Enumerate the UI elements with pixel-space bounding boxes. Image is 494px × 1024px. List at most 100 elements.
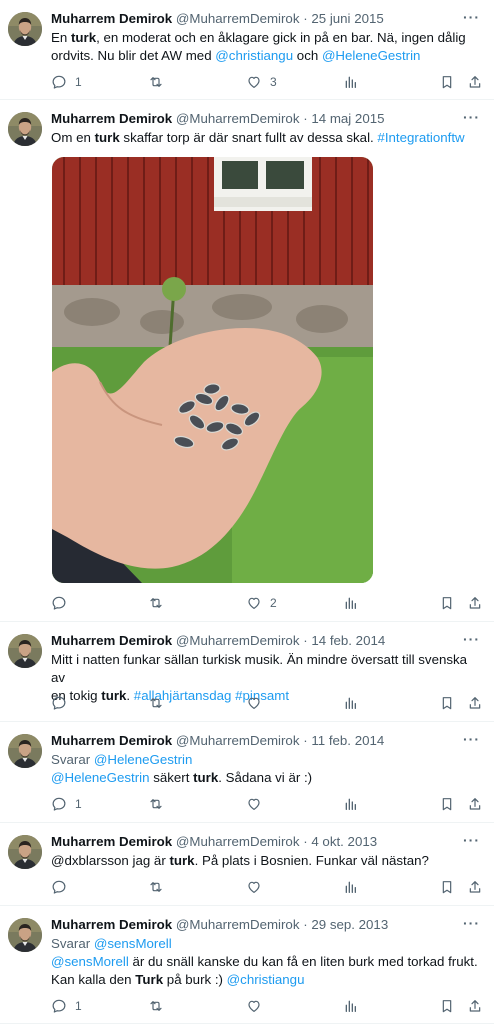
reply-button[interactable]: 1: [51, 997, 82, 1015]
tweet[interactable]: Muharrem Demirok @MuharremDemirok · 25 j…: [0, 0, 494, 100]
tweet[interactable]: Muharrem Demirok @MuharremDemirok · 11 f…: [0, 722, 494, 823]
tweet-date[interactable]: 14 feb. 2014: [311, 633, 385, 648]
author-handle[interactable]: @MuharremDemirok: [176, 11, 300, 26]
views-button[interactable]: [343, 73, 359, 91]
views-button[interactable]: [343, 997, 359, 1015]
heart-icon: [246, 595, 262, 611]
speech-bubble-icon: [51, 695, 67, 711]
mention-link[interactable]: @HeleneGestrin: [322, 48, 421, 63]
avatar[interactable]: [8, 634, 42, 668]
retweet-button[interactable]: [148, 594, 172, 612]
more-dots-icon[interactable]: ···: [463, 831, 480, 849]
text-fragment: och: [293, 48, 322, 63]
mention-link[interactable]: @sensMorell: [51, 954, 129, 969]
author-name[interactable]: Muharrem Demirok: [51, 733, 172, 748]
mention-link[interactable]: @HeleneGestrin: [94, 752, 193, 767]
bar-chart-icon: [343, 879, 359, 895]
retweet-button[interactable]: [148, 795, 172, 813]
tweet[interactable]: Muharrem Demirok @MuharremDemirok · 29 s…: [0, 906, 494, 1024]
bookmark-button[interactable]: [439, 694, 455, 712]
bar-chart-icon: [343, 74, 359, 90]
text-highlight: turk: [193, 770, 219, 785]
tweet-date[interactable]: 11 feb. 2014: [311, 733, 384, 748]
like-button[interactable]: 2: [246, 594, 277, 612]
tweet-date[interactable]: 25 juni 2015: [311, 11, 383, 26]
tweet-photo[interactable]: [52, 157, 373, 583]
bookmark-button[interactable]: [439, 795, 455, 813]
like-button[interactable]: [246, 694, 270, 712]
mention-link[interactable]: @sensMorell: [94, 936, 172, 951]
bookmark-button[interactable]: [439, 594, 455, 612]
separator-dot: ·: [303, 11, 308, 26]
mention-link[interactable]: @christiangu: [227, 972, 305, 987]
avatar[interactable]: [8, 835, 42, 869]
replying-to-label: Svarar: [51, 752, 94, 767]
mention-link[interactable]: @HeleneGestrin: [51, 770, 150, 785]
more-dots-icon[interactable]: ···: [463, 108, 480, 126]
tweet-header: Muharrem Demirok @MuharremDemirok · 25 j…: [51, 8, 482, 28]
like-button[interactable]: 3: [246, 73, 277, 91]
text-fragment: Kan kalla den: [51, 972, 136, 987]
reply-button[interactable]: 1: [51, 795, 82, 813]
more-dots-icon[interactable]: ···: [463, 914, 480, 932]
reply-button[interactable]: [51, 878, 75, 896]
retweet-button[interactable]: [148, 997, 172, 1015]
more-dots-icon[interactable]: ···: [463, 630, 480, 648]
views-button[interactable]: [343, 878, 359, 896]
reply-button[interactable]: [51, 694, 75, 712]
more-dots-icon[interactable]: ···: [463, 730, 480, 748]
tweet[interactable]: Muharrem Demirok @MuharremDemirok · 14 m…: [0, 100, 494, 622]
share-button[interactable]: [467, 795, 483, 813]
reply-button[interactable]: 1: [51, 73, 82, 91]
bookmark-button[interactable]: [439, 878, 455, 896]
author-handle[interactable]: @MuharremDemirok: [176, 633, 300, 648]
share-button[interactable]: [467, 878, 483, 896]
tweet-date[interactable]: 4 okt. 2013: [311, 834, 377, 849]
more-dots-icon[interactable]: ···: [463, 8, 480, 26]
bookmark-button[interactable]: [439, 997, 455, 1015]
bookmark-icon: [439, 796, 455, 812]
share-upload-icon: [467, 695, 483, 711]
tweet[interactable]: Muharrem Demirok @MuharremDemirok · 14 f…: [0, 622, 494, 722]
tweet-date[interactable]: 29 sep. 2013: [311, 917, 388, 932]
reply-button[interactable]: [51, 594, 75, 612]
views-button[interactable]: [343, 594, 359, 612]
bookmark-button[interactable]: [439, 73, 455, 91]
author-name[interactable]: Muharrem Demirok: [51, 11, 172, 26]
avatar[interactable]: [8, 112, 42, 146]
share-button[interactable]: [467, 694, 483, 712]
author-name[interactable]: Muharrem Demirok: [51, 834, 172, 849]
tweet-date[interactable]: 14 maj 2015: [311, 111, 384, 126]
author-handle[interactable]: @MuharremDemirok: [176, 917, 300, 932]
views-button[interactable]: [343, 694, 359, 712]
retweet-button[interactable]: [148, 73, 172, 91]
like-button[interactable]: [246, 997, 270, 1015]
share-button[interactable]: [467, 73, 483, 91]
author-handle[interactable]: @MuharremDemirok: [176, 111, 300, 126]
text-fragment: på burk :): [163, 972, 227, 987]
author-handle[interactable]: @MuharremDemirok: [176, 733, 300, 748]
retweet-button[interactable]: [148, 694, 172, 712]
mention-link[interactable]: @christiangu: [215, 48, 293, 63]
tweet-text: @dxblarsson jag är turk. På plats i Bosn…: [51, 852, 482, 870]
bookmark-icon: [439, 998, 455, 1014]
retweet-arrows-icon: [148, 74, 164, 90]
share-button[interactable]: [467, 594, 483, 612]
avatar[interactable]: [8, 734, 42, 768]
author-name[interactable]: Muharrem Demirok: [51, 111, 172, 126]
bar-chart-icon: [343, 998, 359, 1014]
retweet-button[interactable]: [148, 878, 172, 896]
like-count: 3: [270, 75, 277, 89]
photo-hand-with-seeds: [52, 157, 373, 583]
hashtag-link[interactable]: #Integrationftw: [377, 130, 464, 145]
views-button[interactable]: [343, 795, 359, 813]
avatar[interactable]: [8, 12, 42, 46]
author-name[interactable]: Muharrem Demirok: [51, 917, 172, 932]
tweet[interactable]: Muharrem Demirok @MuharremDemirok · 4 ok…: [0, 823, 494, 906]
share-button[interactable]: [467, 997, 483, 1015]
author-name[interactable]: Muharrem Demirok: [51, 633, 172, 648]
author-handle[interactable]: @MuharremDemirok: [176, 834, 300, 849]
like-button[interactable]: [246, 878, 270, 896]
avatar[interactable]: [8, 918, 42, 952]
like-button[interactable]: [246, 795, 270, 813]
